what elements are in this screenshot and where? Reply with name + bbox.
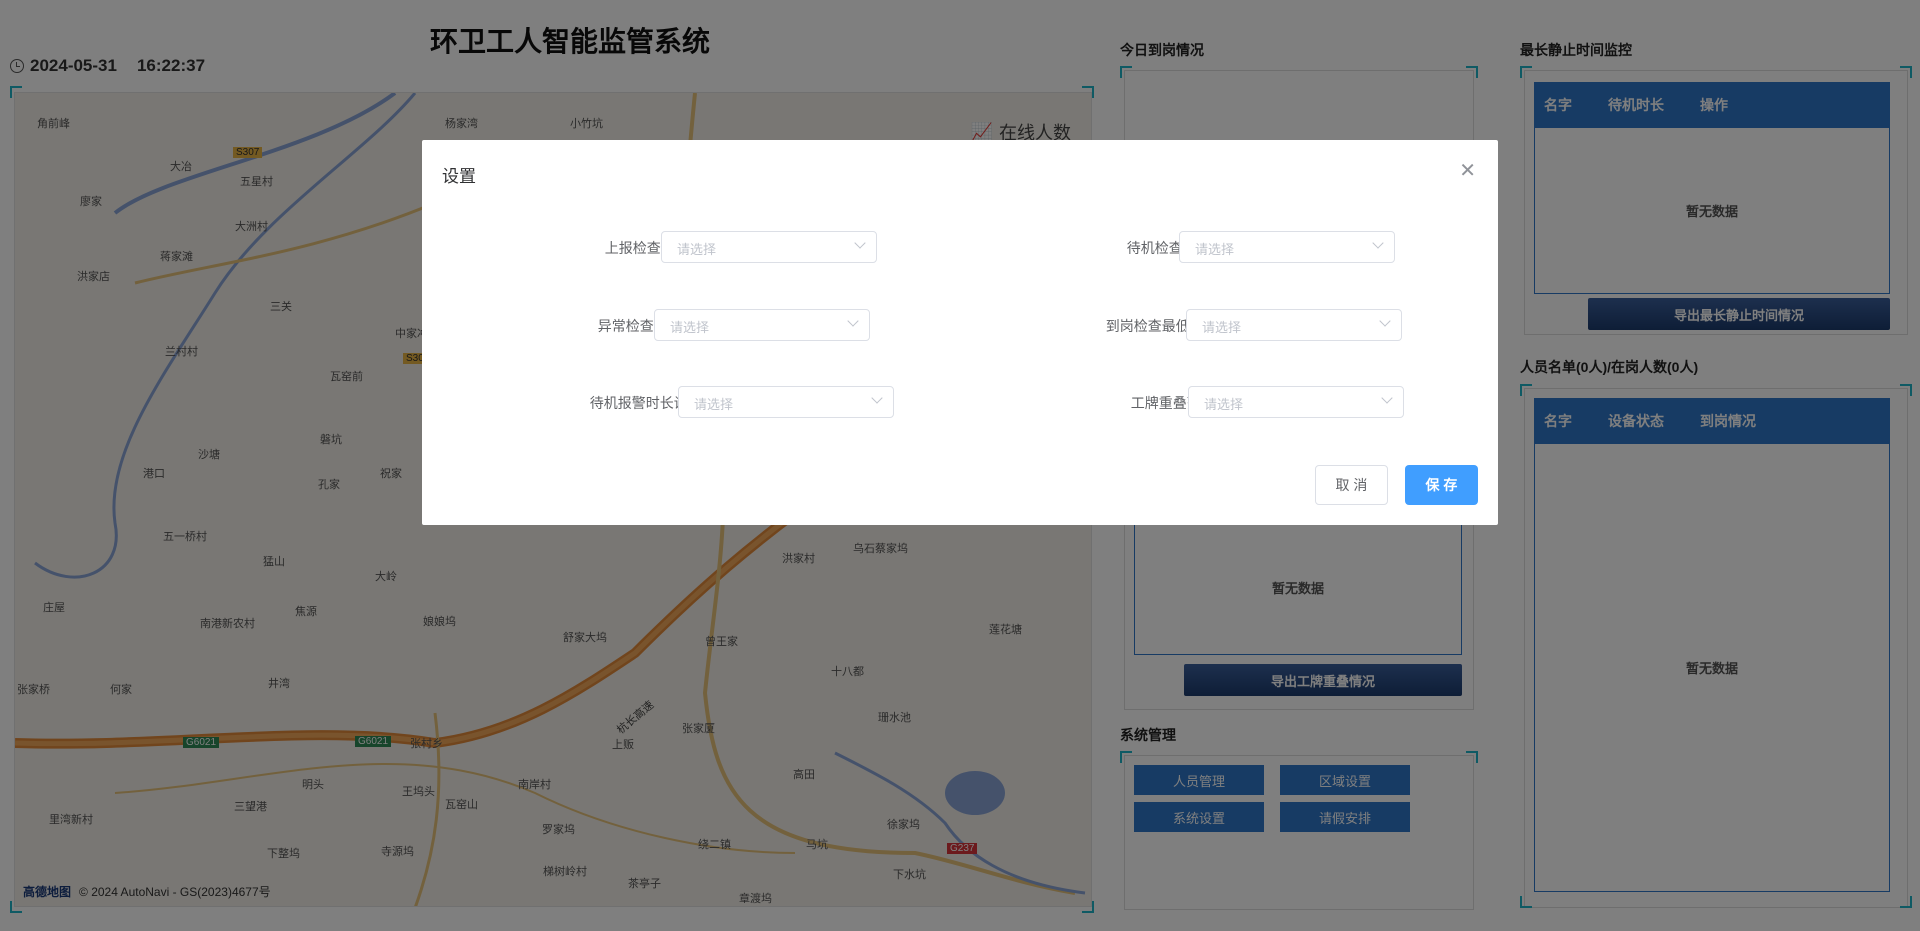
cancel-button[interactable]: 取 消 [1315, 465, 1388, 505]
select-placeholder: 请选择 [1195, 242, 1235, 257]
select-placeholder: 请选择 [1204, 397, 1244, 412]
report-frequency-select[interactable]: 请选择 [661, 231, 877, 263]
idle-alarm-duration-select[interactable]: 请选择 [678, 386, 894, 418]
dialog-title: 设置 [442, 167, 476, 186]
chevron-down-icon [1379, 315, 1391, 327]
idle-check-time-select[interactable]: 请选择 [1179, 231, 1395, 263]
select-placeholder: 请选择 [694, 397, 734, 412]
settings-dialog: 设置 ✕ 上报检查频率(分钟): 请选择 待机检查时间(分钟): 请选择 异常检… [422, 140, 1498, 525]
close-icon[interactable]: ✕ [1459, 158, 1476, 183]
arrival-min-time-select[interactable]: 请选择 [1186, 309, 1402, 341]
badge-overlap-range-select[interactable]: 请选择 [1188, 386, 1404, 418]
select-placeholder: 请选择 [1202, 320, 1242, 335]
abnormal-check-time-select[interactable]: 请选择 [654, 309, 870, 341]
chevron-down-icon [1381, 392, 1393, 404]
save-button[interactable]: 保 存 [1405, 465, 1478, 505]
chevron-down-icon [1372, 237, 1384, 249]
chevron-down-icon [871, 392, 883, 404]
select-placeholder: 请选择 [670, 320, 710, 335]
chevron-down-icon [854, 237, 866, 249]
select-placeholder: 请选择 [677, 242, 717, 257]
chevron-down-icon [847, 315, 859, 327]
